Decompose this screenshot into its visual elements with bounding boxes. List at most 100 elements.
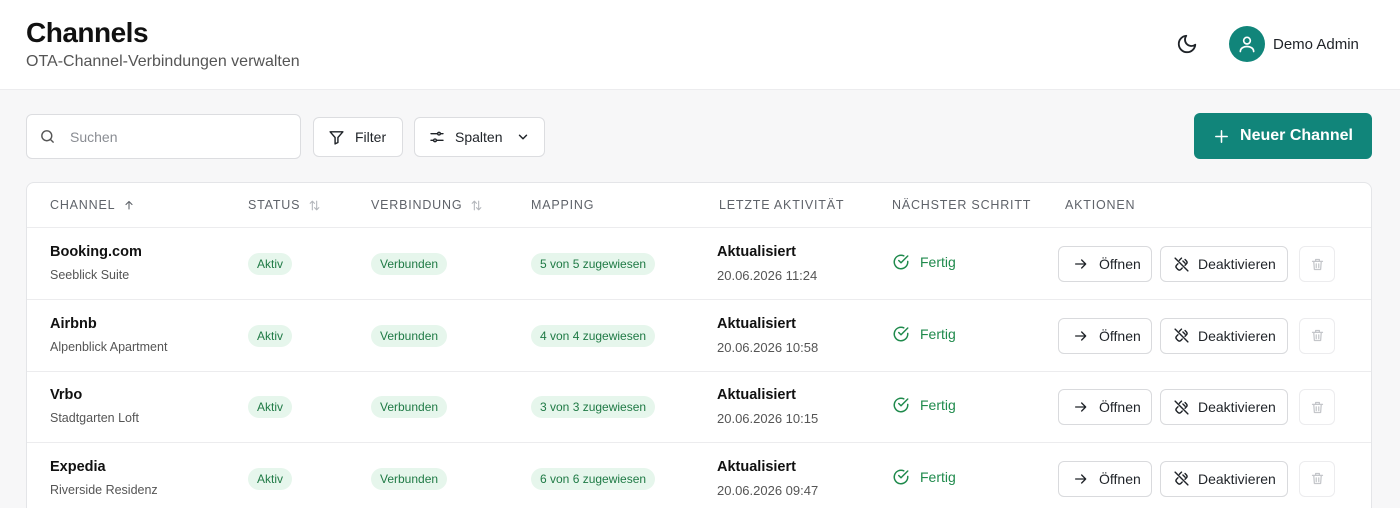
unplug-icon (1174, 328, 1189, 343)
open-button[interactable]: Öffnen (1058, 389, 1152, 425)
page-header: Channels OTA-Channel-Verbindungen verwal… (0, 0, 1400, 90)
channel-property: Seeblick Suite (50, 268, 130, 282)
delete-button[interactable] (1299, 460, 1335, 497)
table-header: CHANNEL STATUS VERBINDUNG MAPPING LETZTE… (27, 183, 1371, 228)
delete-button[interactable] (1299, 317, 1335, 354)
next-step-label: Fertig (920, 397, 956, 413)
trash-icon (1311, 329, 1323, 342)
deactivate-label: Deaktivieren (1198, 327, 1276, 344)
delete-button[interactable] (1299, 246, 1335, 282)
activity-time: 20.06.2026 11:24 (717, 268, 818, 283)
activity-time: 20.06.2026 10:15 (717, 411, 819, 426)
page-title: Channels (26, 17, 149, 48)
filter-button[interactable]: Filter (313, 117, 403, 157)
search-input[interactable] (70, 128, 270, 145)
activity-title: Aktualisiert (717, 315, 796, 332)
status-badge: Aktiv (248, 467, 293, 490)
status-badge: Aktiv (248, 396, 293, 418)
user-icon (1239, 36, 1255, 53)
table-row: Airbnb Alpenblick Apartment Aktiv Verbun… (27, 300, 1371, 372)
table-row: Expedia Riverside Residenz Aktiv Verbund… (27, 443, 1371, 508)
check-circle-icon (893, 469, 909, 484)
open-label: Öffnen (1099, 399, 1141, 415)
deactivate-button[interactable]: Deaktivieren (1160, 317, 1288, 354)
next-step: Fertig (892, 253, 956, 271)
open-button[interactable]: Öffnen (1058, 246, 1152, 282)
channels-table: CHANNEL STATUS VERBINDUNG MAPPING LETZTE… (26, 182, 1372, 508)
channel-name: Expedia (50, 458, 106, 475)
new-channel-label: Neuer Channel (1240, 127, 1353, 144)
moon-icon (1177, 34, 1197, 54)
column-header-label: CHANNEL (50, 198, 116, 212)
search-box[interactable] (26, 114, 301, 159)
next-step-label: Fertig (920, 254, 956, 270)
status-badge: Aktiv (248, 253, 293, 275)
user-name: Demo Admin (1273, 35, 1359, 53)
unplug-icon (1174, 399, 1189, 415)
column-header-channel[interactable]: CHANNEL (50, 198, 135, 212)
open-label: Öffnen (1099, 327, 1141, 344)
deactivate-button[interactable]: Deaktivieren (1160, 246, 1288, 282)
open-button[interactable]: Öffnen (1058, 317, 1152, 354)
channel-property: Stadtgarten Loft (50, 411, 139, 425)
open-button[interactable]: Öffnen (1058, 460, 1152, 497)
column-header-actions: AKTIONEN (1065, 198, 1136, 212)
next-step: Fertig (892, 468, 956, 486)
trash-icon (1311, 258, 1323, 270)
sort-ascending-icon (125, 200, 133, 210)
sort-icon (309, 200, 320, 210)
trash-icon (1311, 401, 1323, 413)
user-menu[interactable]: Demo Admin (1229, 26, 1359, 62)
open-label: Öffnen (1099, 256, 1141, 272)
page-subtitle: OTA-Channel-Verbindungen verwalten (26, 53, 300, 70)
check-circle-icon (893, 397, 909, 413)
channel-name: Booking.com (50, 244, 142, 260)
columns-button[interactable]: Spalten (414, 117, 545, 157)
chevron-down-icon (519, 134, 528, 140)
search-icon (41, 130, 54, 143)
activity-time: 20.06.2026 09:47 (717, 482, 819, 498)
table-row: Booking.com Seeblick Suite Aktiv Verbund… (27, 228, 1371, 300)
connection-badge: Verbunden (371, 253, 448, 275)
mapping-badge: 6 von 6 zugewiesen (531, 467, 656, 490)
theme-toggle-button[interactable] (1172, 29, 1202, 59)
next-step-label: Fertig (920, 325, 956, 342)
arrow-right-icon (1075, 259, 1087, 269)
connection-badge: Verbunden (371, 396, 448, 418)
plus-icon (1215, 129, 1228, 143)
deactivate-label: Deaktivieren (1198, 399, 1276, 415)
next-step: Fertig (892, 396, 956, 414)
mapping-badge: 5 von 5 zugewiesen (531, 253, 656, 275)
check-circle-icon (893, 326, 909, 341)
filter-icon (329, 130, 344, 145)
deactivate-button[interactable]: Deaktivieren (1160, 460, 1288, 497)
table-row: Vrbo Stadtgarten Loft Aktiv Verbunden 3 … (27, 371, 1371, 443)
channel-name: Vrbo (50, 387, 83, 403)
unplug-icon (1174, 256, 1189, 272)
channel-property: Riverside Residenz (50, 482, 158, 497)
next-step: Fertig (892, 325, 956, 343)
sliders-icon (430, 131, 444, 143)
activity-title: Aktualisiert (717, 458, 796, 475)
check-circle-icon (893, 254, 909, 270)
channel-property: Alpenblick Apartment (50, 339, 168, 354)
connection-badge: Verbunden (371, 467, 448, 490)
activity-time: 20.06.2026 10:58 (717, 339, 819, 355)
connection-badge: Verbunden (371, 324, 448, 347)
new-channel-button[interactable]: Neuer Channel (1194, 113, 1372, 159)
columns-label: Spalten (455, 129, 503, 145)
channel-name: Airbnb (50, 315, 97, 332)
mapping-badge: 3 von 3 zugewiesen (531, 396, 656, 418)
deactivate-label: Deaktivieren (1198, 256, 1276, 272)
column-header-connection[interactable]: VERBINDUNG (371, 198, 483, 212)
arrow-right-icon (1075, 330, 1087, 341)
column-header-status[interactable]: STATUS (248, 198, 321, 212)
deactivate-button[interactable]: Deaktivieren (1160, 389, 1288, 425)
mapping-badge: 4 von 4 zugewiesen (531, 324, 656, 347)
arrow-right-icon (1075, 402, 1087, 412)
unplug-icon (1174, 471, 1189, 486)
column-header-mapping: MAPPING (531, 198, 595, 212)
next-step-label: Fertig (920, 468, 956, 485)
delete-button[interactable] (1299, 389, 1335, 425)
column-header-label: VERBINDUNG (371, 198, 463, 212)
